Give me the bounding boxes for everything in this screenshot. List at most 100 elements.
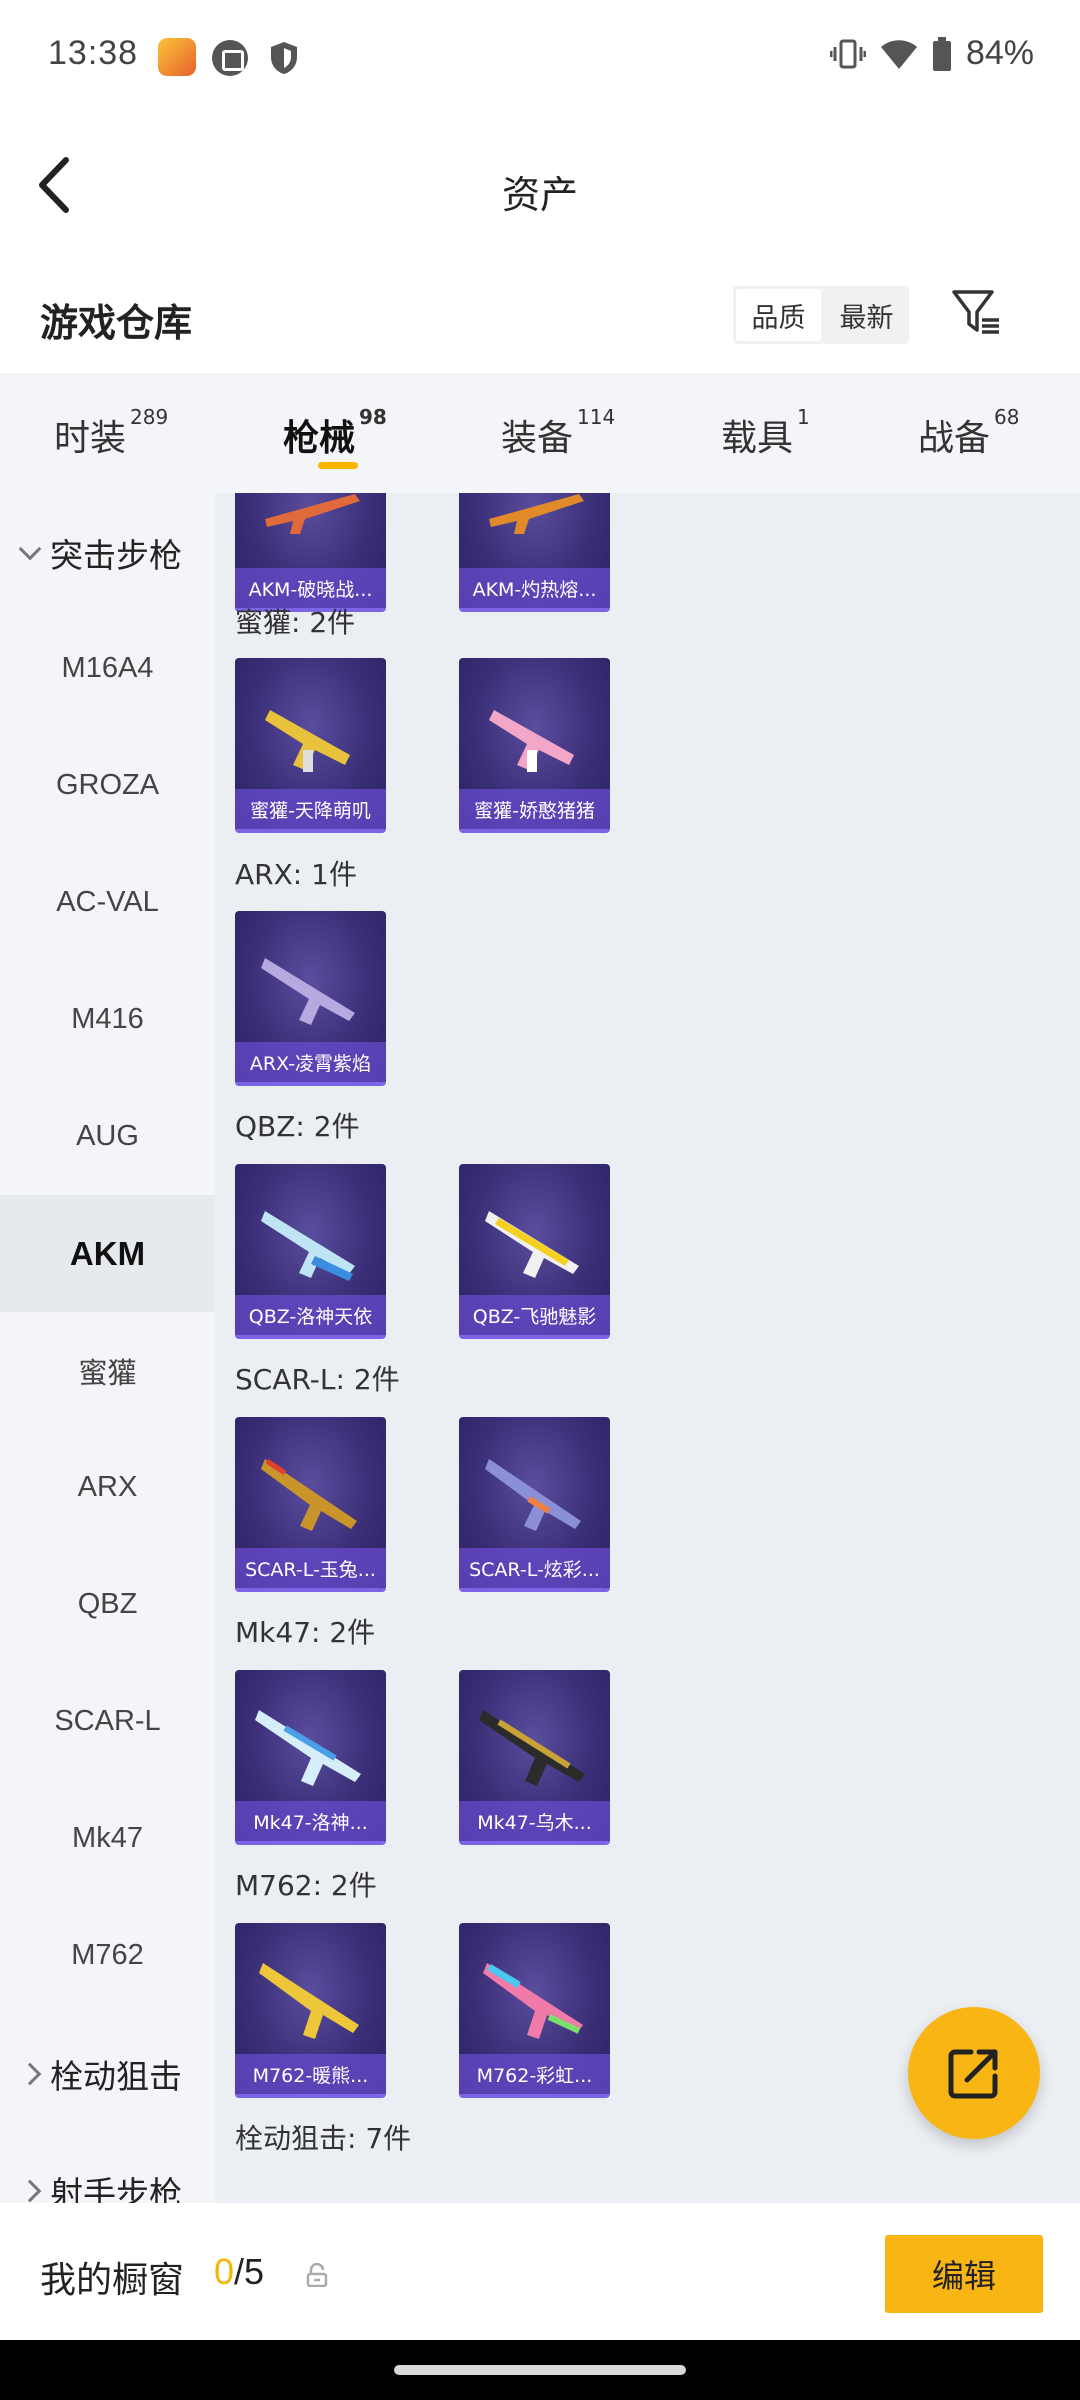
gun-skin-image [259, 1963, 359, 2039]
status-bar: 13:38 84% [0, 0, 1080, 112]
sidebar-item-m416[interactable]: M416 [0, 961, 215, 1078]
filter-icon[interactable] [950, 286, 1002, 338]
gun-skin-image [255, 1710, 361, 1786]
gun-skin-image [265, 494, 360, 534]
weapon-card[interactable]: QBZ-飞驰魅影 [459, 1164, 610, 1339]
sidebar-item-qbz[interactable]: QBZ [0, 1546, 215, 1663]
sort-option-quality[interactable]: 品质 [736, 289, 821, 341]
weapon-sidebar: 突击步枪 M16A4 GROZA AC-VAL M416 AUG AKM 蜜獾 … [0, 493, 215, 2203]
sidebar-group-marksman-rifles[interactable]: 射手步枪 [0, 2151, 215, 2203]
weapon-card-name: QBZ-飞驰魅影 [459, 1295, 610, 1335]
sidebar-group-label: 突击步枪 [50, 536, 182, 575]
sidebar-group-label: 栓动狙击 [50, 2057, 182, 2096]
sort-toggle[interactable]: 品质 最新 [733, 286, 909, 344]
weapon-card[interactable]: M762-暖熊... [235, 1923, 386, 2098]
share-button[interactable] [908, 2007, 1040, 2139]
weapon-card-name: 蜜獾-娇憨猪猪 [459, 789, 610, 829]
sidebar-item-m16a4[interactable]: M16A4 [0, 610, 215, 727]
active-tab-indicator [318, 462, 358, 469]
weapon-card[interactable]: ARX-凌霄紫焰 [235, 911, 386, 1086]
sidebar-item-groza[interactable]: GROZA [0, 727, 215, 844]
category-label: M762: 2件 [235, 1869, 377, 1902]
gun-skin-image [485, 1211, 579, 1278]
weapon-card-name: M762-暖熊... [235, 2054, 386, 2094]
weapon-card-name: SCAR-L-玉兔... [235, 1548, 386, 1588]
gun-skin-image [483, 1963, 583, 2039]
category-label: Mk47: 2件 [235, 1616, 376, 1649]
sidebar-item-honey-badger[interactable]: 蜜獾 [0, 1312, 215, 1429]
weapon-card-name: 蜜獾-天降萌叽 [235, 789, 386, 829]
page-header: 资产 [0, 112, 1080, 252]
showcase-bar: 我的橱窗 0/5 编辑 [0, 2203, 1080, 2340]
weapon-card[interactable]: SCAR-L-玉兔... [235, 1417, 386, 1592]
tab-firearms[interactable]: 枪械98 [283, 405, 387, 461]
wifi-icon [880, 39, 917, 69]
weapon-card[interactable]: SCAR-L-炫彩... [459, 1417, 610, 1592]
weapon-card-name: QBZ-洛神天依 [235, 1295, 386, 1335]
gun-skin-image [485, 1459, 581, 1531]
category-label: QBZ: 2件 [235, 1110, 360, 1143]
gun-skin-image [265, 710, 350, 772]
gun-skin-image [261, 1211, 355, 1281]
weapon-card[interactable]: 蜜獾-天降萌叽 [235, 658, 386, 833]
weapon-card[interactable]: AKM-破晓战... [235, 493, 386, 612]
category-label: 蜜獾: 2件 [235, 606, 356, 639]
tab-vehicles[interactable]: 载具1 [721, 405, 810, 461]
category-tabs: 时装289 枪械98 装备114 载具1 战备68 [0, 373, 1080, 493]
system-nav-bar [0, 2340, 1080, 2400]
game-app-icon [158, 38, 196, 76]
category-label: SCAR-L: 2件 [235, 1363, 400, 1396]
chevron-right-icon [18, 2062, 42, 2086]
sidebar-item-mk47[interactable]: Mk47 [0, 1780, 215, 1897]
weapon-card[interactable]: Mk47-洛神... [235, 1670, 386, 1845]
weapon-card[interactable]: QBZ-洛神天依 [235, 1164, 386, 1339]
gun-skin-image [479, 1710, 585, 1786]
battery-percent: 84% [965, 34, 1034, 72]
tab-supplies[interactable]: 战备68 [918, 405, 1019, 461]
warehouse-header: 游戏仓库 [0, 252, 1080, 372]
weapon-list: AKM-破晓战... AKM-灼热熔... 蜜獾: 2件 蜜獾-天降萌叽 蜜獾-… [215, 493, 1080, 2203]
tab-fashion[interactable]: 时装289 [54, 405, 168, 461]
weapon-card[interactable]: M762-彩虹... [459, 1923, 610, 2098]
weapon-card-name: ARX-凌霄紫焰 [235, 1042, 386, 1082]
warehouse-title: 游戏仓库 [40, 301, 193, 345]
weapon-card[interactable]: AKM-灼热熔... [459, 493, 610, 612]
tab-equipment[interactable]: 装备114 [501, 405, 615, 461]
sort-option-latest[interactable]: 最新 [824, 286, 909, 344]
chevron-right-icon [18, 2179, 42, 2203]
gun-skin-image [261, 958, 355, 1025]
sidebar-item-scar-l[interactable]: SCAR-L [0, 1663, 215, 1780]
sidebar-item-aug[interactable]: AUG [0, 1078, 215, 1195]
calendar-icon [212, 40, 248, 76]
page-title: 资产 [501, 173, 578, 217]
lock-icon [306, 2263, 328, 2287]
weapon-card-name: M762-彩虹... [459, 2054, 610, 2094]
home-gesture-pill[interactable] [394, 2365, 686, 2375]
status-time: 13:38 [48, 34, 139, 72]
gun-skin-image [489, 494, 584, 534]
weapon-card-name: Mk47-乌木... [459, 1801, 610, 1841]
sidebar-group-assault-rifles[interactable]: 突击步枪 [0, 513, 215, 593]
share-out-icon [948, 2049, 998, 2099]
edit-button[interactable]: 编辑 [885, 2235, 1043, 2313]
sidebar-item-m762[interactable]: M762 [0, 1897, 215, 2014]
showcase-label: 我的橱窗 [40, 2260, 185, 2301]
weapon-card[interactable]: Mk47-乌木... [459, 1670, 610, 1845]
battery-icon [932, 36, 951, 71]
weapon-card-name: SCAR-L-炫彩... [459, 1548, 610, 1588]
chevron-down-icon [18, 537, 42, 561]
weapon-card-name: Mk47-洛神... [235, 1801, 386, 1841]
sidebar-item-akm[interactable]: AKM [0, 1195, 215, 1312]
status-right: 84% [829, 34, 1034, 73]
gun-skin-image [489, 710, 574, 772]
sidebar-group-bolt-snipers[interactable]: 栓动狙击 [0, 2034, 215, 2114]
category-label: ARX: 1件 [235, 858, 357, 891]
gun-skin-image [261, 1458, 357, 1531]
category-label: 栓动狙击: 7件 [235, 2122, 412, 2155]
weapon-card[interactable]: 蜜獾-娇憨猪猪 [459, 658, 610, 833]
showcase-count: 0/5 [214, 2251, 265, 2292]
sidebar-item-arx[interactable]: ARX [0, 1429, 215, 1546]
vibrate-icon [829, 39, 866, 68]
shield-icon [271, 42, 297, 74]
sidebar-item-ac-val[interactable]: AC-VAL [0, 844, 215, 961]
